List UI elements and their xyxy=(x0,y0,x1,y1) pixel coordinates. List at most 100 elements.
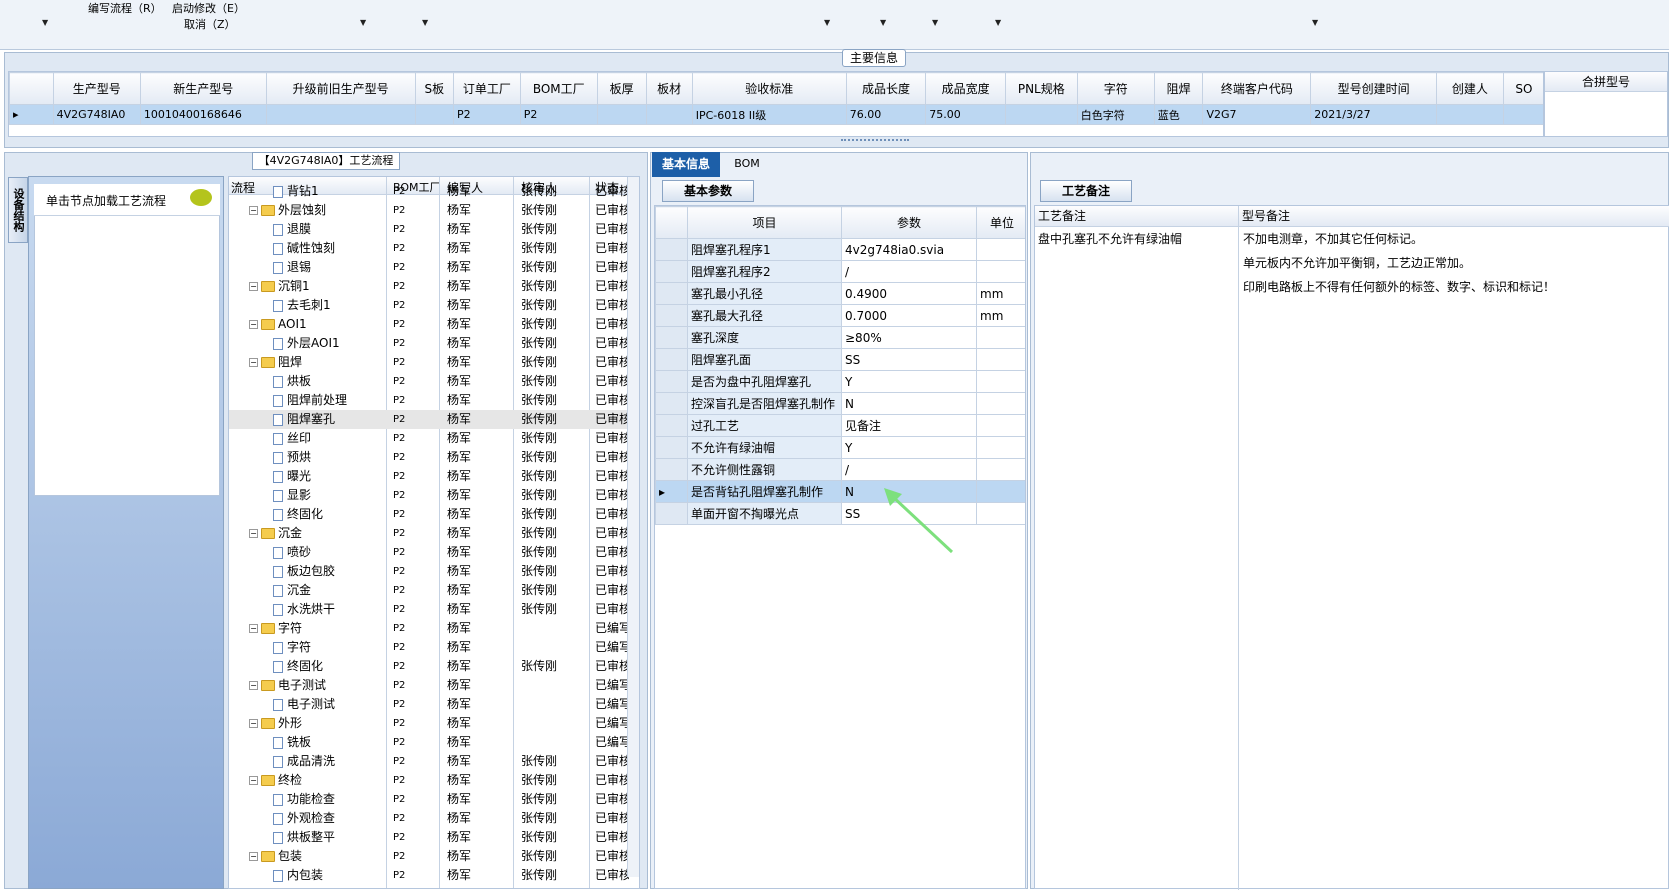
param-value[interactable]: 0.4900 xyxy=(841,282,977,305)
tree-row[interactable]: 字符 P2 杨军 已编写 xyxy=(229,638,639,657)
main-col-header[interactable]: 验收标准 xyxy=(691,72,847,105)
dropdown-arrow-icon[interactable]: ▼ xyxy=(422,18,428,27)
param-row[interactable]: 过孔工艺 见备注 xyxy=(655,414,1025,437)
tree-row[interactable]: − 沉铜1 P2 杨军 张传刚 已审核 xyxy=(229,277,639,296)
tree-row[interactable]: 终固化 P2 杨军 张传刚 已审核 xyxy=(229,505,639,524)
tree-row[interactable]: 预烘 P2 杨军 张传刚 已审核 xyxy=(229,448,639,467)
main-col-header[interactable]: PNL规格 xyxy=(1004,72,1078,105)
tree-row[interactable]: 烘板整平 P2 杨军 张传刚 已审核 xyxy=(229,828,639,847)
param-row-indicator[interactable] xyxy=(655,260,688,283)
collapse-toggle-icon[interactable]: − xyxy=(249,320,258,329)
param-row-indicator[interactable] xyxy=(655,282,688,305)
tree-row[interactable]: 水洗烘干 P2 杨军 张传刚 已审核 xyxy=(229,600,639,619)
param-row[interactable]: 是否为盘中孔阻焊塞孔 Y xyxy=(655,370,1025,393)
tree-row[interactable]: 曝光 P2 杨军 张传刚 已审核 xyxy=(229,467,639,486)
tree-row[interactable]: 阻焊前处理 P2 杨军 张传刚 已审核 xyxy=(229,391,639,410)
main-cell[interactable] xyxy=(1004,104,1078,125)
param-row-indicator[interactable]: ▸ xyxy=(655,480,688,503)
param-row[interactable]: 塞孔最小孔径 0.4900 mm xyxy=(655,282,1025,305)
tree-row[interactable]: 终固化 P2 杨军 张传刚 已审核 xyxy=(229,657,639,676)
dropdown-arrow-icon[interactable]: ▼ xyxy=(42,18,48,27)
main-col-header[interactable]: 成品长度 xyxy=(845,72,927,105)
param-row[interactable]: 塞孔深度 ≥80% xyxy=(655,326,1025,349)
main-col-header[interactable]: 订单工厂 xyxy=(453,72,521,105)
model-note-line[interactable]: 印刷电路板上不得有任何额外的标签、数字、标识和标记！ xyxy=(1243,278,1555,295)
tree-row[interactable]: 铣板 P2 杨军 已编写 xyxy=(229,733,639,752)
tree-row[interactable]: 背钻1 P2 杨军 张传刚 已审核 xyxy=(229,182,639,201)
tree-vertical-scrollbar[interactable] xyxy=(627,177,639,877)
tree-row[interactable]: 外观检查 P2 杨军 张传刚 已审核 xyxy=(229,809,639,828)
param-value[interactable]: 见备注 xyxy=(841,414,977,437)
param-value[interactable]: 4v2g748ia0.svia xyxy=(841,238,977,261)
main-col-header[interactable]: 新生产型号 xyxy=(139,72,267,105)
model-note-line[interactable]: 单元板内不允许加平衡铜，工艺边正常加。 xyxy=(1243,254,1471,271)
param-row-indicator[interactable] xyxy=(655,326,688,349)
tree-row[interactable]: 外层AOI1 P2 杨军 张传刚 已审核 xyxy=(229,334,639,353)
model-note-line[interactable]: 不加电测章，不加其它任何标记。 xyxy=(1243,230,1423,247)
splitter-handle[interactable] xyxy=(841,139,909,145)
tree-row[interactable]: 沉金 P2 杨军 张传刚 已审核 xyxy=(229,581,639,600)
param-row[interactable]: 阻焊塞孔程序2/ xyxy=(655,260,1025,283)
tree-row[interactable]: 碱性蚀刻 P2 杨军 张传刚 已审核 xyxy=(229,239,639,258)
param-row-indicator[interactable] xyxy=(655,502,688,525)
tree-row[interactable]: 退锡 P2 杨军 张传刚 已审核 xyxy=(229,258,639,277)
main-cell[interactable] xyxy=(645,104,693,125)
tree-row[interactable]: 退膜 P2 杨军 张传刚 已审核 xyxy=(229,220,639,239)
param-row[interactable]: 不允许侧性露铜 / xyxy=(655,458,1025,481)
basic-params-grid[interactable]: 项目 参数 单位 阻焊塞孔程序1 4v2g748ia0.svia 阻焊塞孔程序2/塞… xyxy=(654,205,1026,889)
main-cell[interactable]: 4V2G748IA0 xyxy=(52,104,141,125)
collapse-toggle-icon[interactable]: − xyxy=(249,206,258,215)
main-col-header[interactable]: 字符 xyxy=(1076,72,1155,105)
param-row-indicator[interactable] xyxy=(655,304,688,327)
dropdown-arrow-icon[interactable]: ▼ xyxy=(1312,18,1318,27)
main-col-header[interactable]: 成品宽度 xyxy=(925,72,1006,105)
tree-row[interactable]: − 沉金 P2 杨军 张传刚 已审核 xyxy=(229,524,639,543)
main-cell[interactable] xyxy=(1436,104,1504,125)
tree-row[interactable]: − 外层蚀刻 P2 杨军 张传刚 已审核 xyxy=(229,201,639,220)
device-structure-list[interactable] xyxy=(34,184,220,496)
param-row[interactable]: ▸ 是否背钻孔阻焊塞孔制作 N xyxy=(655,480,1025,503)
main-cell[interactable]: 75.00 xyxy=(925,104,1006,125)
param-row-indicator[interactable] xyxy=(655,238,688,261)
main-col-header[interactable]: 创建人 xyxy=(1436,72,1504,105)
param-value[interactable]: Y xyxy=(841,436,977,459)
tree-row[interactable]: − 电子测试 P2 杨军 已编写 xyxy=(229,676,639,695)
collapse-toggle-icon[interactable]: − xyxy=(249,719,258,728)
param-row[interactable]: 控深盲孔是否阻焊塞孔制作 N xyxy=(655,392,1025,415)
dropdown-arrow-icon[interactable]: ▼ xyxy=(360,18,366,27)
tree-row[interactable]: − 包装 P2 杨军 张传刚 已审核 xyxy=(229,847,639,866)
tree-row[interactable]: 烘板 P2 杨军 张传刚 已审核 xyxy=(229,372,639,391)
main-cell[interactable]: 蓝色 xyxy=(1153,104,1204,125)
tree-row[interactable]: 功能检查 P2 杨军 张传刚 已审核 xyxy=(229,790,639,809)
main-col-header[interactable]: BOM工厂 xyxy=(519,72,598,105)
tree-row[interactable]: 显影 P2 杨军 张传刚 已审核 xyxy=(229,486,639,505)
param-row[interactable]: 阻焊塞孔面 SS xyxy=(655,348,1025,371)
param-row-indicator[interactable] xyxy=(655,414,688,437)
main-cell[interactable]: 2021/3/27 xyxy=(1310,104,1438,125)
collapse-toggle-icon[interactable]: − xyxy=(249,681,258,690)
tree-row[interactable]: − AOI1 P2 杨军 张传刚 已审核 xyxy=(229,315,639,334)
main-col-header[interactable]: 板厚 xyxy=(596,72,647,105)
main-cell[interactable] xyxy=(265,104,416,125)
subtab-basic-params[interactable]: 基本参数 xyxy=(662,180,754,202)
tree-row[interactable]: 板边包胶 P2 杨军 张传刚 已审核 xyxy=(229,562,639,581)
param-row[interactable]: 单面开窗不掏曝光点 SS xyxy=(655,502,1025,525)
tree-row[interactable]: − 阻焊 P2 杨军 张传刚 已审核 xyxy=(229,353,639,372)
tree-row[interactable]: 电子测试 P2 杨军 已编写 xyxy=(229,695,639,714)
main-col-header[interactable]: 终端客户代码 xyxy=(1202,72,1312,105)
main-cell[interactable] xyxy=(596,104,647,125)
tree-row[interactable]: 去毛刺1 P2 杨军 张传刚 已审核 xyxy=(229,296,639,315)
main-cell[interactable]: P2 xyxy=(519,104,598,125)
main-cell[interactable]: P2 xyxy=(453,104,521,125)
collapse-toggle-icon[interactable]: − xyxy=(249,776,258,785)
tab-bom[interactable]: BOM xyxy=(722,152,772,177)
param-value[interactable]: 0.7000 xyxy=(841,304,977,327)
dropdown-arrow-icon[interactable]: ▼ xyxy=(880,18,886,27)
param-row[interactable]: 不允许有绿油帽 Y xyxy=(655,436,1025,459)
param-row-indicator[interactable] xyxy=(655,458,688,481)
process-tree-grid[interactable]: 流程 BOM工厂 编写人 核审人 状态 背钻1 P2 杨军 张传刚 已审核 − 外层蚀刻 P2… xyxy=(228,176,640,889)
param-value[interactable]: N xyxy=(841,392,977,415)
menu-write-process[interactable]: 编写流程（R） xyxy=(88,0,162,16)
menu-start-modify[interactable]: 启动修改（E） xyxy=(172,0,245,16)
tree-row[interactable]: − 外形 P2 杨军 已编写 xyxy=(229,714,639,733)
